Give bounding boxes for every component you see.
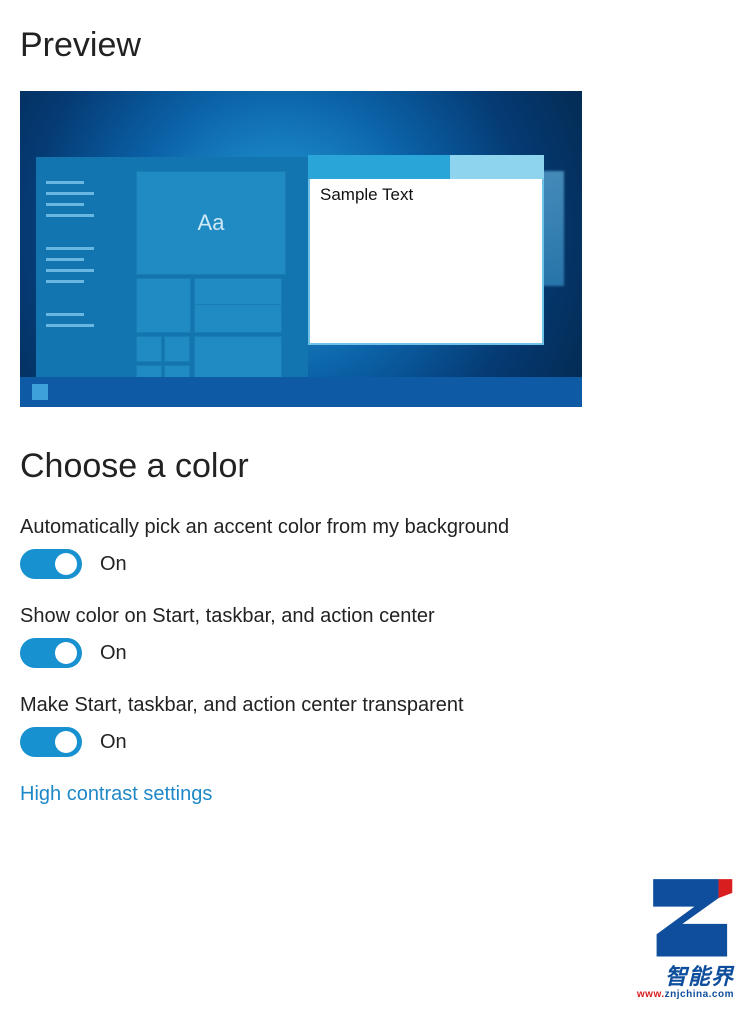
preview-sample-text: Sample Text	[310, 179, 542, 211]
auto-accent-state: On	[100, 553, 127, 576]
show-color-label: Show color on Start, taskbar, and action…	[20, 605, 720, 628]
preview-start-menu: Aa	[36, 157, 308, 377]
watermark-z-icon	[648, 874, 734, 960]
transparency-toggle[interactable]	[20, 727, 82, 757]
show-color-state: On	[100, 642, 127, 665]
preview-start-tiles: Aa	[136, 171, 286, 361]
preview-taskbar	[20, 377, 582, 407]
personalization-preview: Aa Sample Text	[20, 91, 582, 407]
show-color-toggle[interactable]	[20, 638, 82, 668]
auto-accent-label: Automatically pick an accent color from …	[20, 516, 720, 539]
watermark-domain: www.znjchina.com	[637, 989, 734, 1000]
preview-sample-window: Sample Text	[308, 155, 544, 345]
choose-color-heading: Choose a color	[20, 447, 720, 486]
preview-heading: Preview	[20, 26, 720, 65]
transparency-label: Make Start, taskbar, and action center t…	[20, 694, 720, 717]
transparency-state: On	[100, 731, 127, 754]
preview-start-rail	[46, 173, 112, 335]
auto-accent-toggle[interactable]	[20, 549, 82, 579]
preview-sample-titlebar	[308, 155, 544, 179]
watermark-caption: 智能界	[637, 959, 734, 991]
site-watermark: 智能界 www.znjchina.com	[637, 874, 734, 1000]
preview-tile-typography: Aa	[136, 171, 286, 275]
high-contrast-link[interactable]: High contrast settings	[20, 783, 212, 806]
